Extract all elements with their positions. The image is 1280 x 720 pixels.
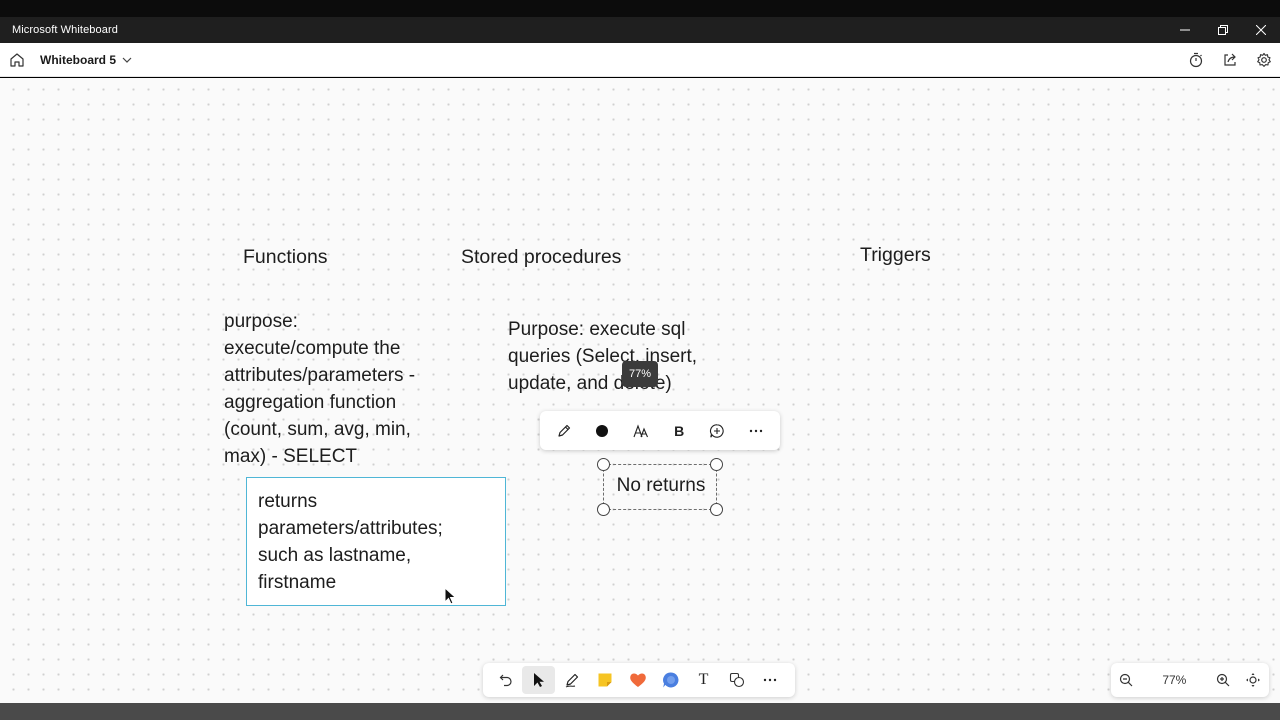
font-size-icon [633, 423, 648, 437]
color-button[interactable] [589, 418, 615, 444]
selected-text-note[interactable]: No returns [597, 458, 723, 516]
functions-heading[interactable]: Functions [243, 244, 328, 271]
undo-button[interactable] [489, 666, 522, 694]
resize-handle-bottom-right[interactable] [710, 503, 723, 516]
stored-procedures-heading[interactable]: Stored procedures [461, 244, 621, 271]
more-icon [763, 678, 776, 682]
text-line: queries (Select, insert, [508, 346, 698, 367]
share-icon [1224, 53, 1236, 66]
select-icon [533, 673, 544, 687]
selected-note-text: No returns [616, 475, 706, 496]
zoom-level[interactable]: 77% [1148, 673, 1200, 687]
zoom-tooltip: 77% [622, 361, 658, 387]
zoom-controls: 77% [1111, 663, 1269, 697]
add-comment-icon [710, 423, 725, 438]
color-dot-icon [596, 424, 609, 437]
comment-icon [662, 672, 678, 688]
close-icon [1256, 25, 1266, 35]
text-line: firstname [258, 572, 337, 593]
app-bar: Whiteboard 5 [0, 43, 1280, 77]
font-size-button[interactable] [628, 418, 654, 444]
app-title: Microsoft Whiteboard [12, 24, 118, 36]
settings-button[interactable] [1254, 50, 1274, 70]
functions-purpose-note[interactable]: purpose: execute/compute the attributes/… [224, 308, 415, 470]
zoom-out-button[interactable] [1119, 673, 1133, 687]
context-toolbar: B [540, 411, 780, 450]
text-tool-button[interactable]: T [687, 666, 720, 694]
pen-icon [565, 673, 578, 688]
zoom-in-icon [1216, 673, 1230, 687]
board-name[interactable]: Whiteboard 5 [40, 53, 116, 67]
resize-handle-top-left[interactable] [597, 458, 610, 471]
timer-button[interactable] [1186, 50, 1206, 70]
whiteboard-canvas[interactable]: Functions Stored procedures Triggers pur… [0, 78, 1280, 703]
undo-icon [499, 674, 512, 687]
stored-procedures-purpose-note[interactable]: Purpose: execute sql queries (Select, in… [508, 316, 697, 397]
home-icon [10, 53, 24, 67]
text-line: Purpose: execute sql [508, 319, 686, 340]
text-line: such as lastname, [258, 545, 412, 566]
more-tools-button[interactable] [753, 666, 786, 694]
timer-icon [1189, 52, 1203, 68]
text-line: update, and delete) [508, 373, 672, 394]
top-strip [0, 0, 1280, 17]
reaction-icon [629, 673, 646, 687]
minimize-icon [1180, 29, 1190, 31]
add-comment-button[interactable] [704, 418, 730, 444]
text-line: parameters/attributes; [258, 518, 443, 539]
zoom-out-icon [1119, 673, 1133, 687]
close-button[interactable] [1242, 17, 1280, 43]
text-line: aggregation function [224, 392, 397, 413]
more-icon [749, 429, 762, 432]
bottom-toolbar: T [483, 663, 795, 697]
text-line: returns [258, 491, 318, 512]
minimize-button[interactable] [1166, 17, 1204, 43]
shapes-button[interactable] [720, 666, 753, 694]
fit-screen-icon [1245, 673, 1260, 687]
more-options-button[interactable] [743, 418, 769, 444]
pen-icon [558, 424, 571, 437]
edit-pen-button[interactable] [551, 418, 577, 444]
select-tool-button[interactable] [522, 666, 555, 694]
restore-icon [1218, 25, 1228, 35]
appbar-actions [1186, 50, 1274, 70]
mouse-pointer-icon [444, 587, 457, 605]
bold-button[interactable]: B [666, 418, 692, 444]
text-line: max) - SELECT [224, 446, 358, 467]
reactions-button[interactable] [621, 666, 654, 694]
window-controls [1166, 17, 1280, 43]
text-line: attributes/parameters - [224, 365, 416, 386]
comment-button[interactable] [654, 666, 687, 694]
chevron-down-icon[interactable] [120, 53, 134, 67]
triggers-heading[interactable]: Triggers [860, 242, 931, 269]
text-line: (count, sum, avg, min, [224, 419, 411, 440]
sticky-note-icon [598, 673, 611, 687]
title-bar: Microsoft Whiteboard [0, 17, 1280, 43]
home-button[interactable] [7, 50, 27, 70]
bottom-strip [0, 703, 1280, 720]
shapes-icon [729, 672, 744, 688]
zoom-in-button[interactable] [1216, 673, 1230, 687]
pen-tool-button[interactable] [555, 666, 588, 694]
settings-icon [1257, 52, 1271, 67]
share-button[interactable] [1220, 50, 1240, 70]
text-line: execute/compute the [224, 338, 401, 359]
sticky-note-button[interactable] [588, 666, 621, 694]
resize-handle-bottom-left[interactable] [597, 503, 610, 516]
restore-button[interactable] [1204, 17, 1242, 43]
fit-to-screen-button[interactable] [1245, 672, 1261, 688]
functions-returns-note[interactable]: returns parameters/attributes; such as l… [246, 477, 506, 606]
text-line: purpose: [224, 311, 298, 332]
resize-handle-top-right[interactable] [710, 458, 723, 471]
